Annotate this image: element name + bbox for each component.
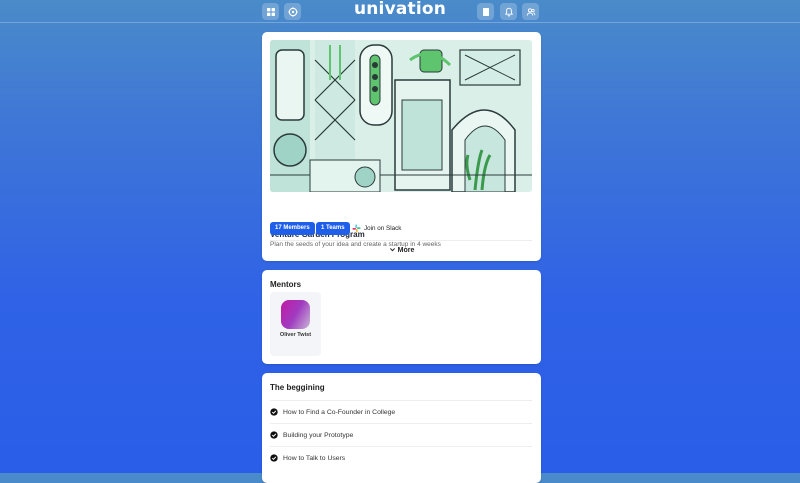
avatar <box>281 300 310 329</box>
lesson-label: Building your Prototype <box>283 431 354 439</box>
mentors-title: Mentors <box>270 280 302 289</box>
chevron-down-icon <box>389 248 395 252</box>
book-icon <box>482 7 489 16</box>
module-card: The beggining How to Find a Co-Founder i… <box>262 373 541 483</box>
lesson-item[interactable]: How to Find a Co-Founder in College <box>270 400 532 423</box>
check-circle-icon <box>270 431 278 439</box>
members-badge[interactable]: 17 Members <box>270 222 315 235</box>
join-slack-label: Join on Slack <box>364 225 402 232</box>
more-label: More <box>397 247 415 254</box>
lesson-item[interactable]: How to Talk to Users <box>270 446 532 469</box>
bell-icon <box>504 7 513 16</box>
top-bar: univation <box>0 0 800 23</box>
community-button[interactable] <box>522 3 539 20</box>
mentor-card[interactable]: Oliver Twist <box>270 292 321 356</box>
program-cover-illustration <box>270 40 532 192</box>
module-title: The beggining <box>270 383 325 392</box>
library-button[interactable] <box>477 3 494 20</box>
app-logo[interactable]: univation <box>0 0 800 19</box>
lesson-label: How to Find a Co-Founder in College <box>283 408 396 416</box>
slack-icon <box>352 224 361 233</box>
users-icon <box>526 7 535 16</box>
more-button[interactable]: More <box>262 246 541 254</box>
teams-badge[interactable]: 1 Teams <box>316 222 350 235</box>
notifications-button[interactable] <box>500 3 517 20</box>
check-circle-icon <box>270 408 278 416</box>
mentor-name: Oliver Twist <box>279 332 312 338</box>
check-circle-icon <box>270 454 278 462</box>
join-slack-link[interactable]: Join on Slack <box>352 222 401 235</box>
divider <box>270 240 532 241</box>
lesson-item[interactable]: Building your Prototype <box>270 423 532 446</box>
mentors-card: Mentors Oliver Twist <box>262 270 541 364</box>
lesson-label: How to Talk to Users <box>283 454 346 462</box>
